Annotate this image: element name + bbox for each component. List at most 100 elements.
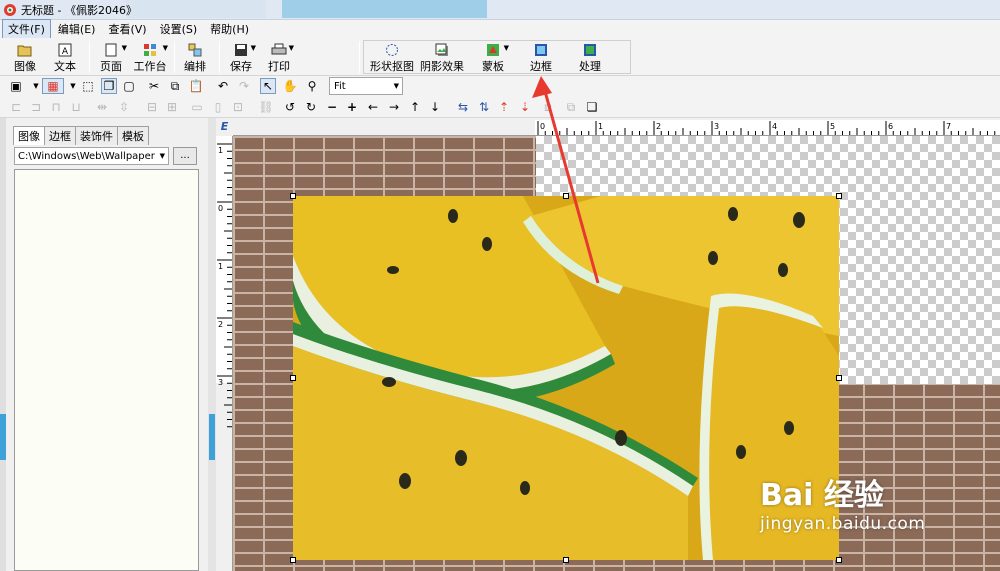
redo-icon[interactable]: ↷ [236,78,252,94]
panel-collapse-handle[interactable] [0,414,6,460]
menu-view[interactable]: 查看(V) [102,19,152,39]
pointer-tool-icon[interactable]: ↖ [260,78,276,94]
mask-button[interactable]: 蒙板 ▼ [477,40,509,74]
folder-path-select[interactable]: C:\Windows\Web\Wallpaper ▼ [14,147,169,165]
border-label: 边框 [530,60,552,73]
center-vertical-icon[interactable]: ⊞ [164,99,180,115]
center-horizontal-icon[interactable]: ⊟ [144,99,160,115]
frame-icon[interactable]: ▢ [121,78,137,94]
grow-icon[interactable]: + [344,99,360,115]
folder-path-value: C:\Windows\Web\Wallpaper [18,150,155,162]
move-right-icon[interactable]: → [386,99,402,115]
workbench-button[interactable]: 工作台 ▼ [132,40,168,74]
same-width-icon[interactable]: ▭ [189,99,205,115]
background-window [126,0,266,18]
ruler-label: 3 [218,378,223,387]
resize-handle-s[interactable] [563,557,569,563]
ruler-label: 0 [218,204,223,213]
menu-help[interactable]: 帮助(H) [204,19,255,39]
ungroup-icon[interactable]: ⧉ [563,99,579,115]
ruler-label: 1 [598,122,603,131]
toolbar-divider [89,41,90,73]
rotate-left-icon[interactable]: ↺ [282,99,298,115]
file-list[interactable] [14,169,199,571]
menu-edit[interactable]: 编辑(E) [52,19,102,39]
text-label: 文本 [54,60,76,73]
ruler-label: 1 [218,262,223,271]
ruler-ticks: 0 1 2 3 4 5 6 7 [537,121,996,135]
flip-vertical-icon[interactable]: ⇅ [476,99,492,115]
menu-settings[interactable]: 设置(S) [154,19,204,39]
process-image-icon [582,42,598,57]
same-size-icon[interactable]: ⊡ [230,99,246,115]
zoom-value: Fit [334,80,346,92]
link-icon[interactable]: ⛓ [258,99,274,115]
cut-icon[interactable]: ✂ [146,78,162,94]
same-height-icon[interactable]: ▯ [210,99,226,115]
resize-handle-w[interactable] [290,375,296,381]
undo-icon[interactable]: ↶ [215,78,231,94]
shrink-icon[interactable]: − [324,99,340,115]
flip-horizontal-icon[interactable]: ⇆ [455,99,471,115]
move-up-icon[interactable]: ↑ [407,99,423,115]
browse-button[interactable]: ... [173,147,197,165]
ruler-label: 2 [656,122,661,131]
tab-border[interactable]: 边框 [44,126,76,145]
tab-templates[interactable]: 模板 [117,126,149,145]
page-label: 页面 [100,60,122,73]
distribute-vertical-icon[interactable]: ⇳ [116,99,132,115]
toolbar-divider [219,41,220,73]
text-button[interactable]: A 文本 [50,40,80,74]
shadow-effect-button[interactable]: 阴影效果 [419,40,465,74]
zoom-tool-icon[interactable]: ⚲ [304,78,320,94]
ruler-label: 3 [714,122,719,131]
toolbar-divider [359,41,360,73]
image-button[interactable]: 图像 [10,40,40,74]
dropdown-arrow-icon[interactable]: ▼ [65,78,81,94]
tab-decorations[interactable]: 装饰件 [75,126,118,145]
copy-icon[interactable]: ⧉ [167,78,183,94]
bring-forward-icon[interactable]: ⇡ [496,99,512,115]
print-button[interactable]: 打印 ▼ [264,40,294,74]
layer-frame-icon[interactable]: ❐ [101,78,117,94]
select-frame-icon[interactable]: ⬚ [80,78,96,94]
group-icon[interactable]: ⧈ [540,99,556,115]
resize-handle-e[interactable] [836,375,842,381]
move-down-icon[interactable]: ↓ [427,99,443,115]
shapes-icon[interactable]: ▣ [8,78,24,94]
save-button[interactable]: 保存 ▼ [226,40,256,74]
move-left-icon[interactable]: ← [365,99,381,115]
align-bottom-icon[interactable]: ⊔ [68,99,84,115]
baidu-watermark: Bai 经验 jingyan.baidu.com [760,470,925,534]
splitter-handle[interactable] [209,414,215,460]
layers-icon[interactable]: ❏ [584,99,600,115]
arrange-button[interactable]: 编排 [180,40,210,74]
horizontal-ruler: 0 1 2 3 4 5 6 7 [233,120,1000,136]
distribute-horizontal-icon[interactable]: ⇹ [94,99,110,115]
send-backward-icon[interactable]: ⇣ [517,99,533,115]
border-button[interactable]: 边框 [526,40,556,74]
page-button[interactable]: 页面 ▼ [95,40,127,74]
rotate-right-icon[interactable]: ↻ [303,99,319,115]
zoom-select[interactable]: Fit ▼ [329,77,403,95]
background-window [282,0,487,18]
process-button[interactable]: 处理 [575,40,605,74]
resize-handle-nw[interactable] [290,193,296,199]
paste-icon[interactable]: 📋 [188,78,204,94]
watermelon-image[interactable] [293,196,839,560]
resize-handle-n[interactable] [563,193,569,199]
shape-cutout-button[interactable]: 形状抠图 [369,40,415,74]
arrange-icon [187,42,203,57]
resize-handle-sw[interactable] [290,557,296,563]
hand-tool-icon[interactable]: ✋ [282,78,298,94]
menu-file[interactable]: 文件(F) [2,19,51,39]
align-right-icon[interactable]: ⊐ [28,99,44,115]
color-grid-icon[interactable]: ▦ [42,78,64,94]
align-top-icon[interactable]: ⊓ [48,99,64,115]
dropdown-arrow-icon: ▼ [162,44,168,52]
resize-handle-se[interactable] [836,557,842,563]
tab-image[interactable]: 图像 [13,126,45,145]
panel-splitter[interactable] [208,118,216,571]
align-left-icon[interactable]: ⊏ [8,99,24,115]
resize-handle-ne[interactable] [836,193,842,199]
